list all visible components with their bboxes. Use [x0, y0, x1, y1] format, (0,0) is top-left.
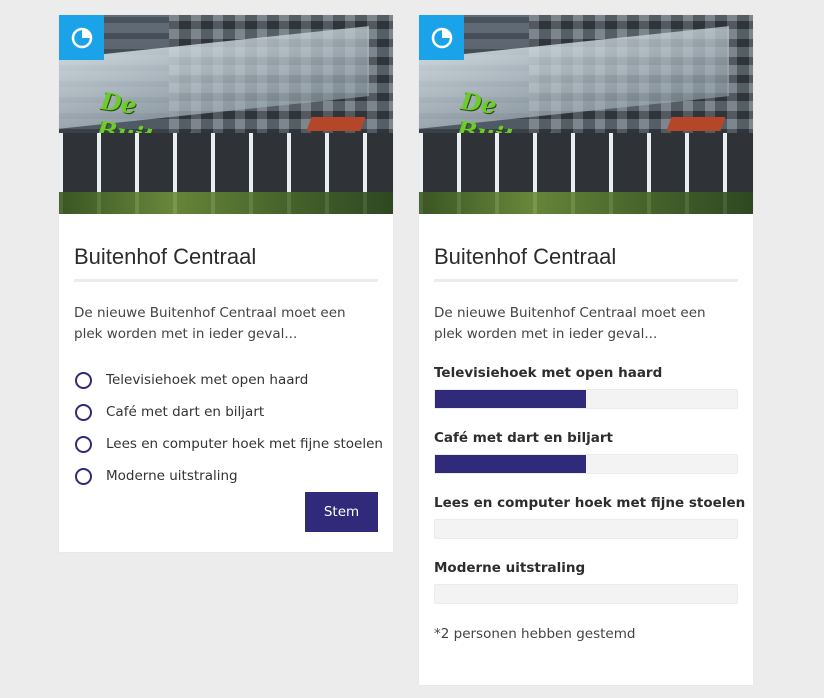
poll-image: De Buitenhof [419, 15, 753, 214]
poll-image: De Buitenhof [59, 15, 393, 214]
radio-button[interactable] [75, 467, 92, 485]
option-label: Moderne uitstraling [106, 468, 238, 484]
result-bar-fill [435, 390, 586, 408]
divider [434, 279, 738, 282]
pie-chart-icon [59, 15, 104, 60]
divider [74, 279, 378, 282]
poll-title: Buitenhof Centraal [434, 244, 617, 269]
option-label: Televisiehoek met open haard [106, 372, 309, 388]
result-bar [434, 584, 738, 604]
poll-title: Buitenhof Centraal [74, 244, 257, 269]
result-bar [434, 519, 738, 539]
radio-button[interactable] [75, 371, 92, 389]
poll-card: De Buitenhof Buitenhof Centraal De nieuw… [59, 15, 393, 552]
result-label: Lees en computer hoek met fijne stoelen [434, 495, 746, 511]
poll-description: De nieuwe Buitenhof Centraal moet een pl… [434, 305, 706, 342]
result-label: Café met dart en biljart [434, 430, 613, 446]
poll-option[interactable]: Televisiehoek met open haard [74, 368, 308, 392]
radio-button[interactable] [75, 403, 92, 421]
vote-button[interactable]: Stem [305, 492, 378, 532]
vote-count-note: *2 personen hebben gestemd [434, 626, 636, 642]
result-bar [434, 454, 738, 474]
poll-option[interactable]: Café met dart en biljart [74, 400, 264, 424]
results-card: De Buitenhof Buitenhof Centraal De nieuw… [419, 15, 753, 685]
result-bar [434, 389, 738, 409]
result-label: Televisiehoek met open haard [434, 365, 663, 381]
result-label: Moderne uitstraling [434, 560, 586, 576]
pie-chart-icon [419, 15, 464, 60]
poll-description: De nieuwe Buitenhof Centraal moet een pl… [74, 305, 346, 342]
radio-button[interactable] [75, 435, 92, 453]
option-label: Lees en computer hoek met fijne stoelen [106, 436, 383, 452]
poll-option[interactable]: Lees en computer hoek met fijne stoelen [74, 432, 383, 456]
poll-option[interactable]: Moderne uitstraling [74, 464, 238, 488]
option-label: Café met dart en biljart [106, 404, 265, 420]
result-bar-fill [435, 455, 586, 473]
